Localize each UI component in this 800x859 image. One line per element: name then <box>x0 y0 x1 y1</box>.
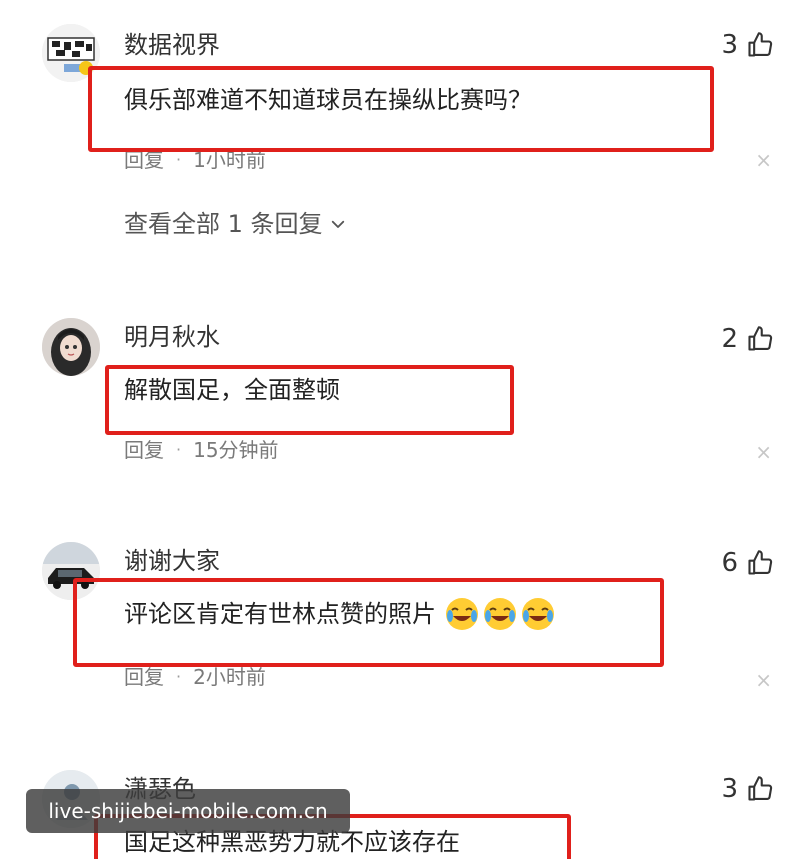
avatar[interactable] <box>42 24 100 82</box>
like-count: 3 <box>721 774 738 804</box>
like-group[interactable]: 2 <box>721 322 774 356</box>
comment-meta: 回复 · 2小时前 <box>124 663 266 691</box>
watermark: live-shijiebei-mobile.com.cn <box>26 789 350 833</box>
emoji-group <box>444 596 556 632</box>
separator-dot: · <box>176 440 182 459</box>
thumbs-up-icon[interactable] <box>746 775 774 803</box>
like-count: 2 <box>721 324 738 354</box>
like-group[interactable]: 3 <box>721 772 774 806</box>
comment-time: 15分钟前 <box>193 438 279 462</box>
like-count: 3 <box>721 30 738 60</box>
reply-button[interactable]: 回复 <box>124 146 164 174</box>
comment-time: 1小时前 <box>193 148 266 172</box>
separator-dot: · <box>176 150 182 169</box>
thumbs-up-icon[interactable] <box>746 549 774 577</box>
username[interactable]: 谢谢大家 <box>124 546 220 576</box>
view-all-replies-button[interactable]: 查看全部 1 条回复 <box>124 209 347 239</box>
reply-button[interactable]: 回复 <box>124 436 164 464</box>
comment-list: 数据视界 3 俱乐部难道不知道球员在操纵比赛吗？ 回复 · 1小时前 × 查看全… <box>0 0 800 859</box>
like-group[interactable]: 6 <box>721 546 774 580</box>
like-count: 6 <box>721 548 738 578</box>
avatar[interactable] <box>42 542 100 600</box>
thumbs-up-icon[interactable] <box>746 325 774 353</box>
comment-text: 俱乐部难道不知道球员在操纵比赛吗？ <box>124 86 532 114</box>
reply-button[interactable]: 回复 <box>124 663 164 691</box>
crying-laughing-emoji-icon <box>484 598 516 630</box>
crying-laughing-emoji-icon <box>522 598 554 630</box>
username[interactable]: 明月秋水 <box>124 322 220 352</box>
comment-item: 谢谢大家 6 评论区肯定有世林点赞的照片 回复 · 2小时前 × <box>0 530 800 730</box>
chevron-down-icon <box>331 220 344 228</box>
comment-meta: 回复 · 1小时前 <box>124 146 266 174</box>
view-replies-label: 查看全部 1 条回复 <box>124 210 323 238</box>
thumbs-up-icon[interactable] <box>746 31 774 59</box>
comment-text-body: 评论区肯定有世林点赞的照片 <box>124 600 436 628</box>
separator-dot: · <box>176 667 182 686</box>
comment-text: 评论区肯定有世林点赞的照片 <box>124 596 556 632</box>
comment-time: 2小时前 <box>193 665 266 689</box>
comment-item: 明月秋水 2 解散国足，全面整顿 回复 · 15分钟前 × <box>0 300 800 500</box>
comment-text: 解散国足，全面整顿 <box>124 376 340 404</box>
comment-meta: 回复 · 15分钟前 <box>124 436 279 464</box>
avatar[interactable] <box>42 318 100 376</box>
close-icon[interactable]: × <box>755 150 772 170</box>
like-group[interactable]: 3 <box>721 28 774 62</box>
crying-laughing-emoji-icon <box>446 598 478 630</box>
comment-item: 数据视界 3 俱乐部难道不知道球员在操纵比赛吗？ 回复 · 1小时前 × 查看全… <box>0 0 800 280</box>
close-icon[interactable]: × <box>755 670 772 690</box>
close-icon[interactable]: × <box>755 442 772 462</box>
username[interactable]: 数据视界 <box>124 30 220 60</box>
